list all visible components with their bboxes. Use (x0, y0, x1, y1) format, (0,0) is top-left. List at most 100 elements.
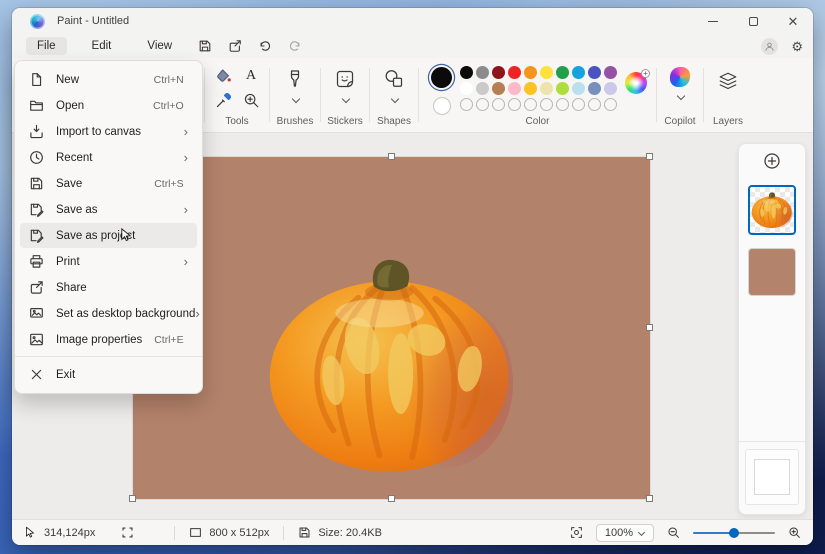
menu-item-icon (29, 228, 44, 243)
color-swatch[interactable] (572, 82, 585, 95)
resize-handle-bottom-center[interactable] (388, 495, 395, 502)
cursor-position-value: 314,124px (44, 527, 95, 539)
file-menu-item[interactable]: Open Ctrl+O › (20, 93, 197, 118)
resize-handle-top-center[interactable] (388, 153, 395, 160)
file-menu-item[interactable]: Print › (20, 249, 197, 274)
color-swatch[interactable] (588, 82, 601, 95)
layer-thumbnail-pumpkin[interactable] (748, 185, 796, 235)
file-menu-item[interactable]: New Ctrl+N › (20, 67, 197, 92)
palette-row-1 (460, 66, 617, 79)
add-layer-button[interactable] (761, 150, 783, 172)
chevron-down-icon[interactable] (677, 93, 684, 100)
color-swatch[interactable] (572, 66, 585, 79)
color-swatch[interactable] (492, 82, 505, 95)
color-swatch[interactable] (476, 82, 489, 95)
edit-colors-button[interactable]: + (625, 72, 647, 94)
zoom-slider-thumb[interactable] (729, 528, 739, 538)
menu-item-icon (29, 202, 44, 217)
shapes-group[interactable]: Shapes (370, 58, 418, 132)
color-swatch[interactable] (460, 66, 473, 79)
zoom-slider[interactable] (693, 527, 775, 539)
text-tool-button[interactable]: A (246, 68, 256, 84)
file-menu-item[interactable]: Recent › (20, 145, 197, 170)
fit-to-screen-button[interactable] (570, 526, 583, 539)
secondary-color-swatch[interactable] (433, 97, 451, 115)
resize-handle-bottom-left[interactable] (129, 495, 136, 502)
color-swatch-empty[interactable] (540, 98, 553, 111)
close-button[interactable]: ✕ (773, 8, 813, 34)
color-swatch-empty[interactable] (572, 98, 585, 111)
menubar-item[interactable]: Edit (81, 37, 123, 55)
file-menu-item[interactable]: Import to canvas › (20, 119, 197, 144)
brush-icon (284, 68, 306, 90)
color-swatch[interactable] (588, 66, 601, 79)
menubar-item[interactable]: File (26, 37, 67, 55)
chevron-down-icon[interactable] (342, 96, 349, 103)
zoom-out-button[interactable] (667, 526, 680, 539)
file-menu-item[interactable]: Set as desktop background › (20, 301, 197, 326)
palette (460, 66, 617, 111)
color-swatch[interactable] (492, 66, 505, 79)
layer-thumbnail-background-color[interactable] (748, 248, 796, 296)
file-menu-item[interactable]: Share › (20, 275, 197, 300)
save-quick-button[interactable] (197, 38, 213, 54)
primary-color-swatch[interactable] (431, 67, 452, 88)
canvas-background-thumb-button[interactable] (745, 449, 799, 505)
file-menu-item[interactable]: Image properties Ctrl+E › (20, 327, 197, 352)
redo-button[interactable] (287, 38, 303, 54)
color-swatch[interactable] (604, 66, 617, 79)
color-swatch-empty[interactable] (524, 98, 537, 111)
share-quick-button[interactable] (227, 38, 243, 54)
color-swatch[interactable] (508, 66, 521, 79)
zoom-in-button[interactable] (788, 526, 801, 539)
color-swatch[interactable] (540, 82, 553, 95)
paint-app-icon (30, 14, 45, 29)
undo-button[interactable] (257, 38, 273, 54)
file-menu-item[interactable]: Save as project › (20, 223, 197, 248)
resize-handle-bottom-right[interactable] (646, 495, 653, 502)
menu-item-icon (29, 332, 44, 347)
menu-bar: File Edit View ⚙ (12, 34, 813, 58)
menu-item-label: Image properties (56, 334, 154, 346)
color-swatch[interactable] (540, 66, 553, 79)
color-swatch[interactable] (460, 82, 473, 95)
color-swatch-empty[interactable] (556, 98, 569, 111)
color-swatch-empty[interactable] (604, 98, 617, 111)
fill-tool-button[interactable] (215, 68, 232, 85)
account-icon[interactable] (761, 38, 778, 55)
zoom-level-dropdown[interactable]: 100% (596, 524, 654, 542)
color-swatch[interactable] (524, 82, 537, 95)
menu-item-icon (29, 306, 44, 321)
menu-items: File Edit View (26, 37, 183, 55)
magnifier-tool-button[interactable] (243, 92, 260, 109)
layers-group[interactable]: Layers (704, 58, 752, 132)
color-swatch-empty[interactable] (588, 98, 601, 111)
minimize-button[interactable] (693, 8, 733, 34)
eyedropper-tool-button[interactable] (215, 92, 232, 109)
chevron-down-icon[interactable] (391, 96, 398, 103)
color-swatch[interactable] (556, 66, 569, 79)
color-swatch-empty[interactable] (460, 98, 473, 111)
color-swatch-empty[interactable] (508, 98, 521, 111)
copilot-group[interactable]: Copilot (657, 58, 703, 132)
color-swatch-empty[interactable] (476, 98, 489, 111)
color-swatch[interactable] (604, 82, 617, 95)
color-swatch[interactable] (476, 66, 489, 79)
resize-handle-right-center[interactable] (646, 324, 653, 331)
menubar-item[interactable]: View (136, 37, 183, 55)
stickers-group[interactable]: Stickers (321, 58, 369, 132)
color-swatch[interactable] (508, 82, 521, 95)
settings-gear-icon[interactable]: ⚙ (791, 40, 803, 53)
brushes-group[interactable]: Brushes (270, 58, 320, 132)
drawing-canvas[interactable] (133, 157, 650, 499)
maximize-button[interactable] (733, 8, 773, 34)
file-menu-item[interactable]: Exit › (20, 362, 197, 387)
color-label: Color (419, 116, 656, 127)
file-menu-item[interactable]: Save as › (20, 197, 197, 222)
color-swatch[interactable] (556, 82, 569, 95)
chevron-down-icon[interactable] (292, 96, 299, 103)
color-swatch[interactable] (524, 66, 537, 79)
file-menu-item[interactable]: Save Ctrl+S › (20, 171, 197, 196)
resize-handle-top-right[interactable] (646, 153, 653, 160)
color-swatch-empty[interactable] (492, 98, 505, 111)
